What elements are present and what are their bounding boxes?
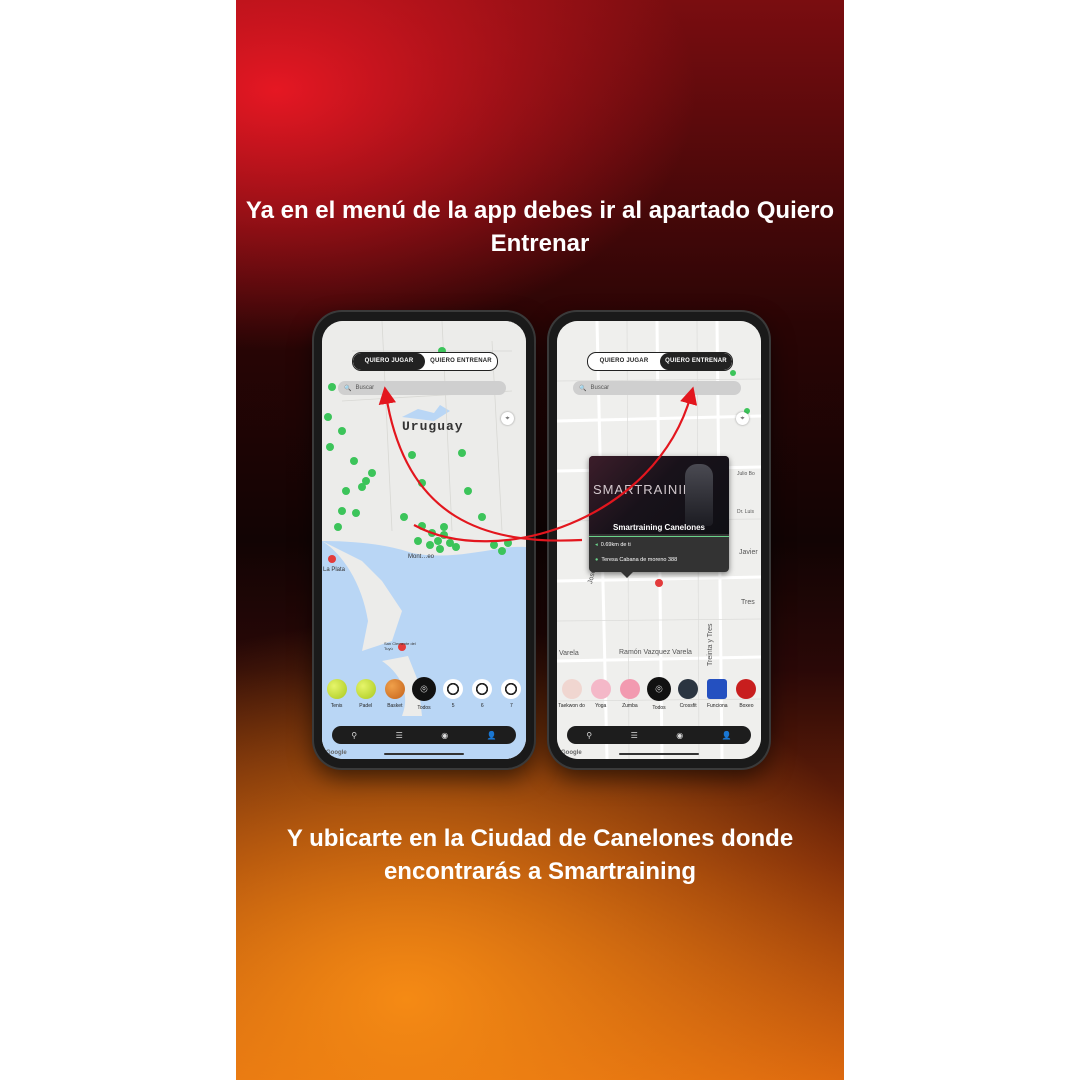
popup-pointer [621, 572, 633, 578]
list-icon[interactable]: ☰ [631, 731, 638, 740]
zumba-icon [619, 679, 640, 699]
sport-futbol-5[interactable]: 5 [439, 679, 467, 709]
sport-funcional[interactable]: Funciona [703, 679, 731, 709]
soccer-ball-icon [472, 679, 493, 699]
street-label: Tres [741, 599, 755, 606]
tab-quiero-jugar[interactable]: QUIERO JUGAR [588, 353, 660, 370]
sport-futbol-6[interactable]: 6 [468, 679, 496, 709]
street-label: Varela [559, 650, 579, 657]
headline-top: Ya en el menú de la app debes ir al apar… [245, 197, 835, 257]
kettlebell-icon [678, 679, 699, 699]
basketball-icon [384, 679, 405, 699]
place-title: Smartraining Canelones [612, 523, 706, 532]
sport-yoga[interactable]: Yoga [587, 679, 615, 709]
place-address: ● Teresa Cabana de moreno 388 [595, 557, 678, 563]
search-bar[interactable]: 🔍 Buscar [573, 381, 741, 395]
all-pin-icon: ⌾ [646, 677, 671, 701]
soccer-ball-icon [443, 679, 464, 699]
city-label-la-plata: La Plata [323, 567, 346, 573]
place-distance: ◂ 0.69km de ti [595, 542, 631, 548]
street-label: Javier [739, 549, 758, 556]
sport-padel[interactable]: Padel [352, 679, 380, 709]
locate-icon[interactable]: ⌖ [736, 412, 749, 425]
sport-basket[interactable]: Basket [381, 679, 409, 709]
sport-tenis[interactable]: Tenis [323, 679, 351, 709]
sport-zumba[interactable]: Zumba [616, 679, 644, 709]
pin-circle-icon[interactable]: ◉ [441, 731, 448, 740]
street-label: Treinta y Tres [707, 623, 714, 666]
sport-boxeo[interactable]: Boxeo [732, 679, 760, 709]
distance-icon: ◂ [595, 542, 598, 548]
phone-right: QUIERO JUGAR QUIERO ENTRENAR 🔍 Buscar ⌖ … [549, 312, 769, 768]
street-label: Ramón Vazquez Varela [619, 649, 692, 656]
search-icon: 🔍 [344, 385, 352, 392]
google-logo: Google [561, 750, 582, 756]
taekwondo-icon [561, 679, 582, 699]
user-icon[interactable]: 👤 [722, 731, 732, 740]
mode-toggle: QUIERO JUGAR QUIERO ENTRENAR [352, 352, 498, 371]
mode-toggle: QUIERO JUGAR QUIERO ENTRENAR [587, 352, 733, 371]
sport-todos[interactable]: ⌾ Todos [645, 677, 673, 711]
locate-icon[interactable]: ⌖ [501, 412, 514, 425]
sport-todos[interactable]: ⌾ Todos [410, 677, 438, 711]
padel-ball-icon [355, 679, 376, 699]
phone-right-screen: QUIERO JUGAR QUIERO ENTRENAR 🔍 Buscar ⌖ … [557, 321, 761, 759]
all-pin-icon: ⌾ [411, 677, 436, 701]
headline-bottom: Y ubicarte en la Ciudad de Canelones don… [286, 825, 794, 885]
map-pin-icon[interactable]: ⚲ [586, 731, 592, 740]
boxing-glove-icon [736, 679, 757, 699]
sport-filter-bar: Tenis Padel Basket ⌾ Todos 5 6 7 [322, 677, 526, 721]
google-logo: Google [326, 750, 347, 756]
search-input[interactable]: Buscar [355, 385, 374, 391]
sport-filter-bar: Taekwon do Yoga Zumba ⌾ Todos Crossfit Fu… [557, 677, 761, 721]
phone-left-screen: QUIERO JUGAR QUIERO ENTRENAR 🔍 Buscar ⌖ … [322, 321, 526, 759]
city-label-san-clemente: San Clemente del Tuyú [384, 641, 416, 651]
divider [589, 536, 729, 537]
bottom-nav: ⚲ ☰ ◉ 👤 [332, 726, 516, 744]
soccer-ball-icon [501, 679, 522, 699]
street-label: Dr. Luis [737, 509, 754, 515]
home-indicator[interactable] [384, 753, 464, 755]
map-pin-icon[interactable]: ⚲ [351, 731, 357, 740]
cone-icon [707, 679, 728, 699]
user-icon[interactable]: 👤 [487, 731, 497, 740]
sport-crossfit[interactable]: Crossfit [674, 679, 702, 709]
list-icon[interactable]: ☰ [396, 731, 403, 740]
location-pin-icon: ● [595, 557, 599, 563]
phone-left: QUIERO JUGAR QUIERO ENTRENAR 🔍 Buscar ⌖ … [314, 312, 534, 768]
search-input[interactable]: Buscar [590, 385, 609, 391]
tab-quiero-entrenar[interactable]: QUIERO ENTRENAR [425, 353, 497, 370]
sport-futbol-7[interactable]: 7 [497, 679, 525, 709]
person-silhouette [685, 464, 713, 526]
pin-circle-icon[interactable]: ◉ [676, 731, 683, 740]
yoga-icon [590, 679, 611, 699]
sport-taekwondo[interactable]: Taekwon do [558, 679, 586, 709]
search-icon: 🔍 [579, 385, 587, 392]
poster: Ya en el menú de la app debes ir al apar… [236, 0, 844, 1080]
street-label: Julio Bo [737, 471, 755, 477]
tab-quiero-jugar[interactable]: QUIERO JUGAR [353, 353, 425, 370]
city-label-montevideo: Mont…eo [408, 554, 435, 560]
home-indicator[interactable] [619, 753, 699, 755]
bottom-nav: ⚲ ☰ ◉ 👤 [567, 726, 751, 744]
place-popup[interactable]: SMARTRAINING Smartraining Canelones ◂ 0.6… [589, 456, 729, 572]
tennis-ball-icon [326, 679, 347, 699]
search-bar[interactable]: 🔍 Buscar [338, 381, 506, 395]
tab-quiero-entrenar[interactable]: QUIERO ENTRENAR [660, 353, 732, 370]
map-country-label: Uruguay [402, 419, 464, 434]
